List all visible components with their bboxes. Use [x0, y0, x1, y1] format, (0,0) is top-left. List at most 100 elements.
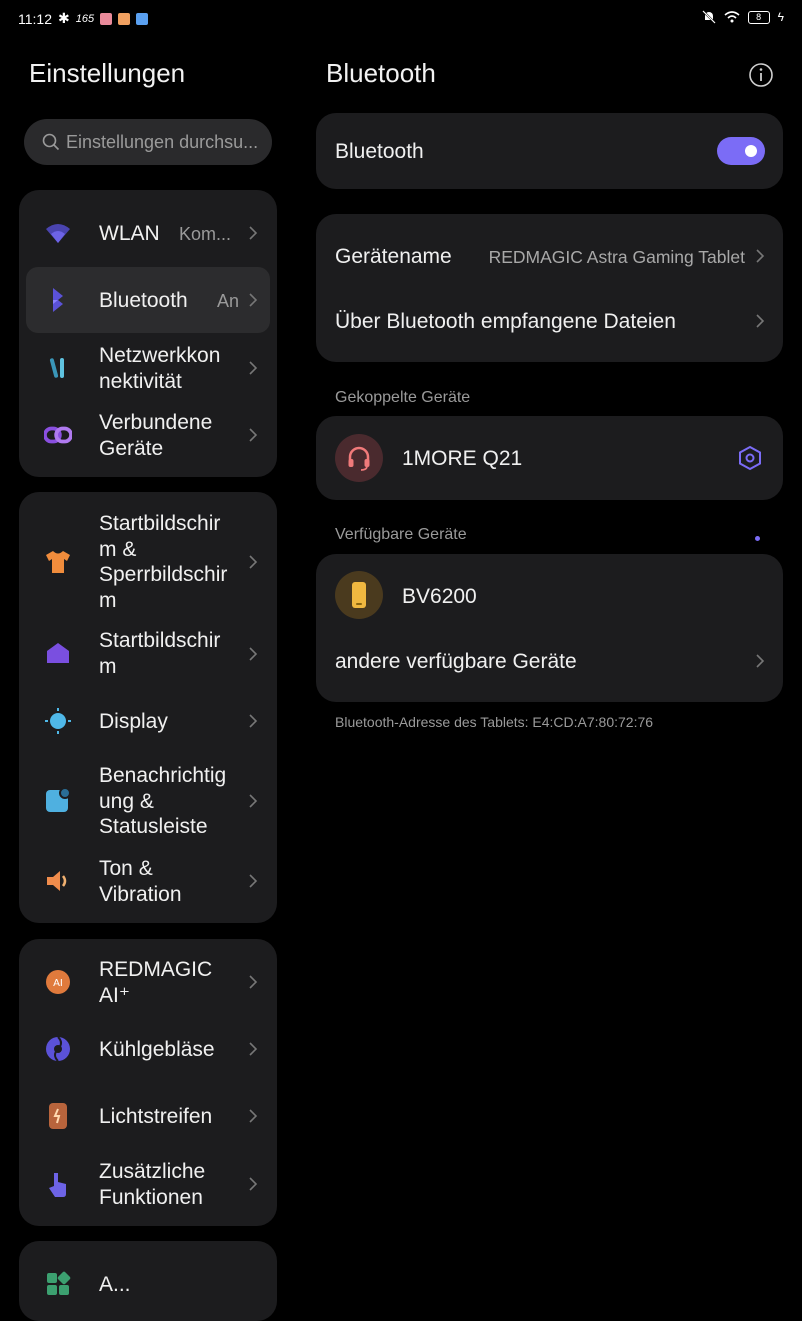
- sidebar-item-label: A...: [99, 1273, 131, 1296]
- device-name-row[interactable]: Gerätename REDMAGIC Astra Gaming Tablet: [316, 214, 783, 296]
- chevron-right-icon: [249, 874, 258, 888]
- tshirt-icon: [44, 548, 72, 576]
- available-device-row[interactable]: BV6200: [316, 554, 783, 638]
- sidebar-item-apps[interactable]: A...: [26, 1251, 270, 1317]
- received-files-label: Über Bluetooth empfangene Dateien: [335, 310, 676, 333]
- chevron-right-icon: [756, 249, 765, 263]
- toggle-knob: [745, 145, 757, 157]
- chevron-right-icon: [249, 975, 258, 989]
- network-icon: [44, 354, 72, 382]
- sidebar-item-label: Display: [99, 710, 168, 733]
- sidebar-item-lightstrip[interactable]: Lichtstreifen: [26, 1083, 270, 1149]
- search-placeholder: Einstellungen durchsu...: [66, 131, 259, 152]
- sidebar-item-label: Ton & Vibration: [99, 857, 182, 906]
- info-icon[interactable]: [748, 62, 774, 88]
- sidebar-item-lockscreen[interactable]: Startbildschir m & Sperrbildschir m: [26, 506, 270, 618]
- sidebar-item-wlan[interactable]: WLAN Kom...: [26, 200, 270, 266]
- sidebar-item-fan[interactable]: Kühlgebläse: [26, 1016, 270, 1082]
- link-icon: [44, 421, 72, 449]
- phone-icon: [335, 571, 383, 619]
- received-files-row[interactable]: Über Bluetooth empfangene Dateien: [316, 296, 783, 362]
- sidebar-item-network[interactable]: Netzwerkkon nektivität: [26, 334, 270, 402]
- app-notification-icon: [136, 12, 149, 25]
- settings-hexagon-icon[interactable]: [737, 445, 763, 471]
- sidebar-item-homescreen[interactable]: Startbildschir m: [26, 620, 270, 686]
- sidebar-item-label: REDMAGIC AI⁺: [99, 958, 213, 1007]
- chevron-right-icon: [249, 794, 258, 808]
- app-notification-icon: [100, 12, 113, 25]
- chevron-right-icon: [249, 428, 258, 442]
- chevron-right-icon: [249, 1042, 258, 1056]
- chevron-right-icon: [249, 647, 258, 661]
- battery-icon: 8: [747, 10, 770, 24]
- alarm-notification-icon: [118, 12, 131, 25]
- settings-group-connectivity: WLAN Kom... Bluetooth An Netzwerkkon nek…: [19, 190, 277, 477]
- sidebar-item-connected-devices[interactable]: Verbundene Geräte: [26, 402, 270, 468]
- chevron-right-icon: [249, 555, 258, 569]
- available-devices-card: BV6200 andere verfügbare Geräte: [316, 554, 783, 702]
- device-name-value: REDMAGIC Astra Gaming Tablet: [488, 247, 745, 267]
- page-title: Einstellungen: [29, 58, 186, 88]
- charging-icon: ϟ: [777, 10, 784, 24]
- status-bar: 11:12 ✱ 165 8 ϟ: [0, 0, 802, 38]
- sidebar-item-bluetooth[interactable]: Bluetooth An: [26, 267, 270, 333]
- search-input[interactable]: Einstellungen durchsu...: [24, 119, 272, 165]
- sidebar-item-label: Benachrichtig ung & Statusleiste: [99, 764, 227, 838]
- chevron-right-icon: [249, 1177, 258, 1191]
- sidebar-item-label: Kühlgebläse: [99, 1038, 215, 1061]
- touch-icon: [44, 1170, 72, 1198]
- home-icon: [44, 639, 72, 667]
- sidebar-item-value: Kom...: [179, 224, 232, 244]
- sidebar-item-label: Startbildschir m & Sperrbildschir m: [99, 512, 228, 612]
- lightstrip-icon: [44, 1102, 72, 1130]
- search-icon: [42, 133, 60, 151]
- paired-device-card[interactable]: 1MORE Q21: [316, 416, 783, 500]
- settings-group-gaming: AI REDMAGIC AI⁺ Kühlgebläse Lichtstreife…: [19, 939, 277, 1226]
- wifi-icon: [44, 219, 72, 247]
- notification-icon: [44, 786, 72, 814]
- fan-icon: [44, 1035, 72, 1063]
- chevron-right-icon: [756, 314, 765, 328]
- headset-icon: [335, 434, 383, 482]
- chevron-right-icon: [249, 226, 258, 240]
- clock: 11:12: [18, 10, 52, 27]
- wifi-status-icon: [724, 11, 740, 23]
- bluetooth-address-note: Bluetooth-Adresse des Tablets: E4:CD:A7:…: [335, 714, 654, 730]
- chevron-right-icon: [249, 1109, 258, 1123]
- sidebar-item-value: An: [217, 291, 240, 311]
- device-name-label: Gerätename: [335, 245, 452, 268]
- ai-icon: AI: [44, 968, 72, 996]
- sidebar-item-label: Netzwerkkon nektivität: [99, 344, 221, 393]
- paired-device-name: 1MORE Q21: [402, 447, 523, 470]
- available-devices-heading: Verfügbare Geräte: [335, 526, 467, 543]
- speaker-icon: [44, 867, 72, 895]
- chevron-right-icon: [249, 293, 258, 307]
- speed-indicator: 165: [75, 12, 95, 25]
- sidebar-item-label: Zusätzliche Funktionen: [99, 1160, 206, 1209]
- settings-group-display: Startbildschir m & Sperrbildschir m Star…: [19, 492, 277, 923]
- bluetooth-icon: [44, 286, 72, 314]
- sidebar-item-label: Startbildschir m: [99, 629, 221, 678]
- bluetooth-toggle-card[interactable]: Bluetooth: [316, 113, 783, 189]
- sidebar-item-notifications[interactable]: Benachrichtig ung & Statusleiste: [26, 755, 270, 845]
- sidebar-item-sound[interactable]: Ton & Vibration: [26, 848, 270, 914]
- chevron-right-icon: [249, 361, 258, 375]
- sidebar-item-display[interactable]: Display: [26, 688, 270, 754]
- bluetooth-toggle-label: Bluetooth: [335, 140, 424, 163]
- device-info-card: Gerätename REDMAGIC Astra Gaming Tablet …: [316, 214, 783, 362]
- display-icon: [44, 707, 72, 735]
- scanning-indicator: [755, 536, 760, 541]
- detail-title: Bluetooth: [326, 58, 436, 88]
- mute-bell-icon: [701, 10, 716, 24]
- settings-group-apps: A...: [19, 1241, 277, 1321]
- sidebar-item-redmagic-ai[interactable]: AI REDMAGIC AI⁺: [26, 949, 270, 1015]
- sidebar-item-extra-features[interactable]: Zusätzliche Funktionen: [26, 1151, 270, 1217]
- apps-icon: [44, 1270, 72, 1298]
- fan-status-icon: ✱: [58, 10, 70, 26]
- other-devices-row[interactable]: andere verfügbare Geräte: [316, 638, 783, 702]
- sidebar-item-label: Lichtstreifen: [99, 1105, 213, 1128]
- bluetooth-toggle-switch[interactable]: [717, 137, 765, 165]
- paired-devices-heading: Gekoppelte Geräte: [335, 389, 471, 406]
- svg-text:AI: AI: [53, 978, 63, 989]
- available-device-name: BV6200: [402, 585, 477, 608]
